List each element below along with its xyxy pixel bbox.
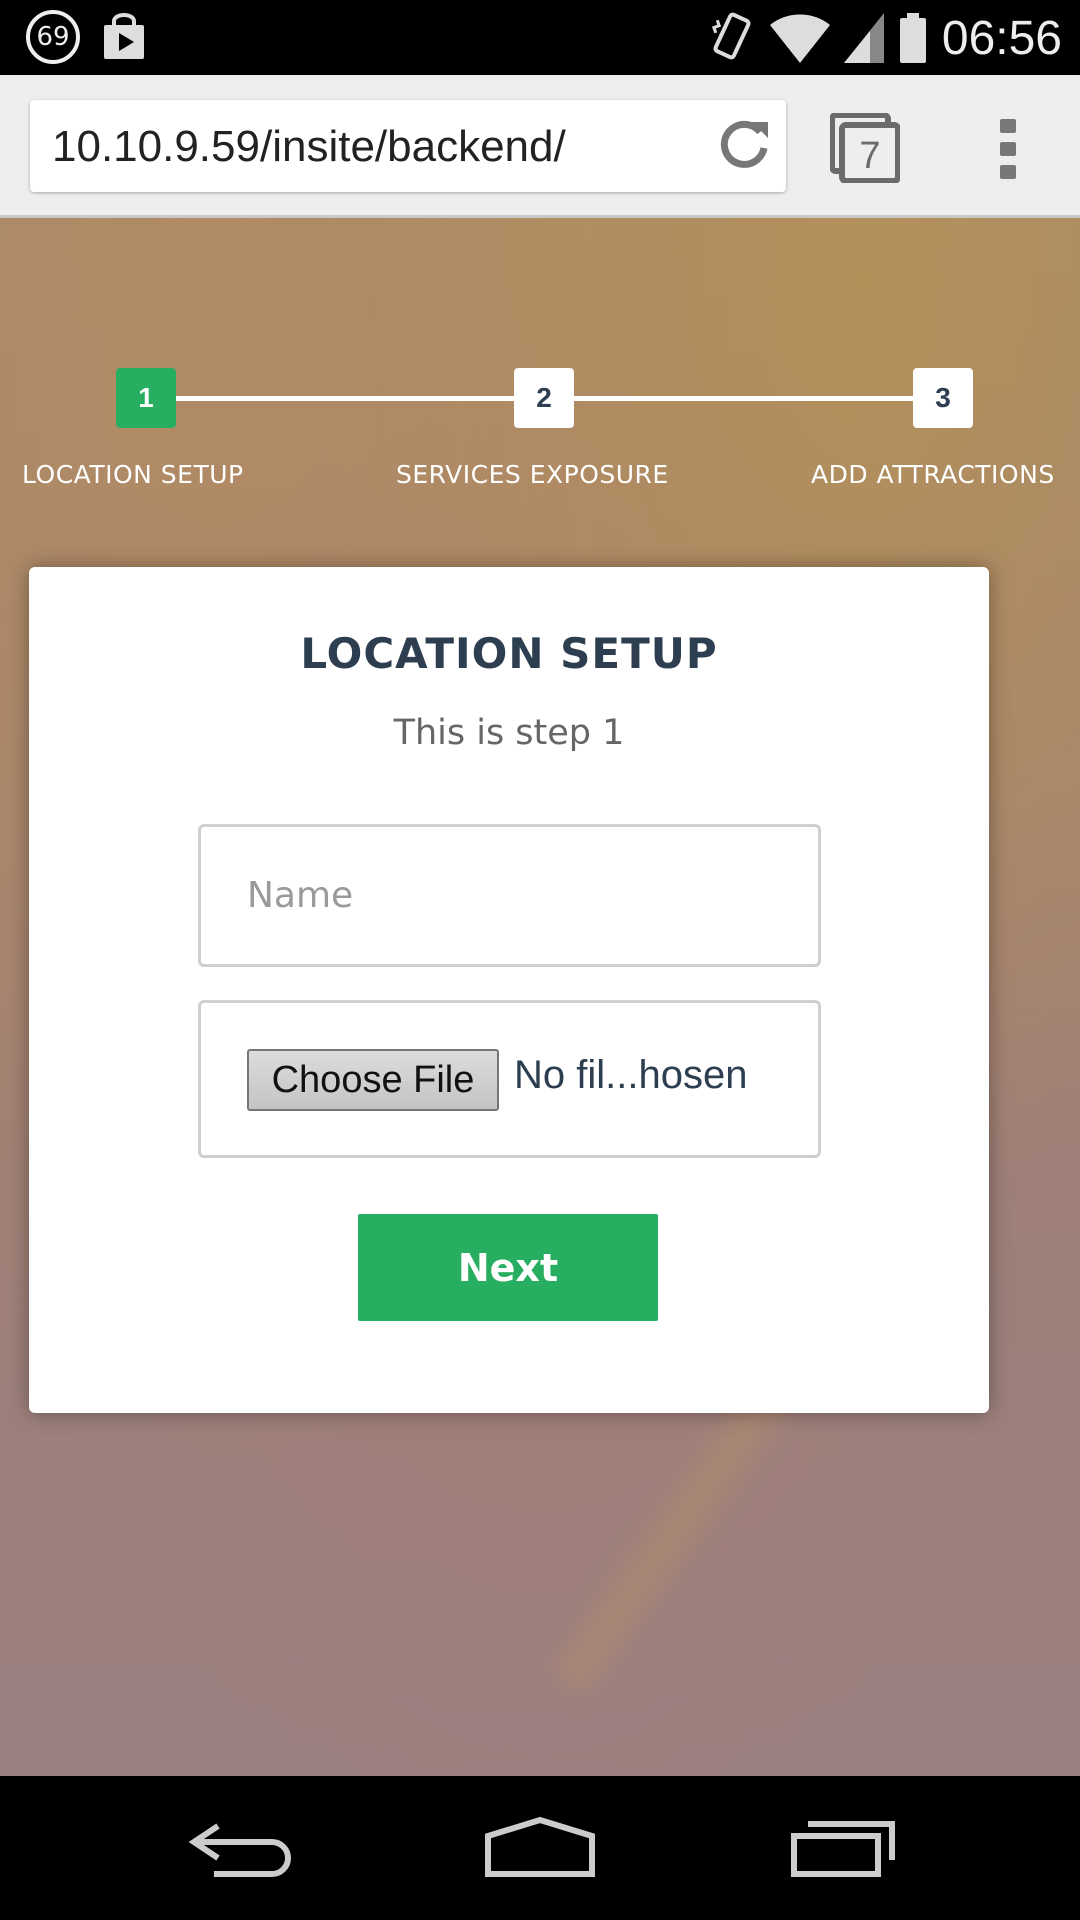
choose-file-button[interactable]: Choose File [247,1049,499,1111]
file-input[interactable]: Choose File No fil...hosen [198,1000,821,1158]
tab-count: 7 [859,135,880,177]
step-3-marker[interactable]: 3 [913,368,973,428]
step-2-label: SERVICES EXPOSURE [396,460,669,489]
cell-signal-icon [843,13,884,63]
step-1-marker[interactable]: 1 [116,368,176,428]
tab-switcher-button[interactable]: 7 [829,112,901,184]
step-3-label: ADD ATTRACTIONS [811,460,1055,489]
play-store-bag-icon [104,13,144,59]
step-connector [574,396,914,401]
home-icon[interactable] [484,1816,596,1880]
clock: 06:56 [941,11,1062,65]
url-bar[interactable]: 10.10.9.59/insite/backend/ [30,100,786,192]
notification-count: 69 [36,22,70,52]
status-bar: 69 06:56 [0,0,1080,75]
reload-icon[interactable] [716,118,772,174]
progress-stepper: 1 2 3 LOCATION SETUP SERVICES EXPOSURE A… [0,368,1080,489]
status-right: 06:56 [708,8,1062,68]
browser-toolbar: 10.10.9.59/insite/backend/ 7 [0,75,1080,218]
wifi-icon [769,14,830,64]
name-input[interactable] [198,824,821,967]
next-button[interactable]: Next [358,1214,658,1321]
setup-card: LOCATION SETUP This is step 1 Choose Fil… [29,567,989,1413]
vibrate-icon [711,12,751,60]
step-1-label: LOCATION SETUP [22,460,244,489]
file-status: No fil...hosen [514,1053,748,1097]
circled-number-icon: 69 [26,10,80,64]
status-left: 69 [26,10,148,64]
battery-icon [899,13,926,63]
overflow-menu-icon[interactable] [990,117,1026,181]
step-2-marker[interactable]: 2 [514,368,574,428]
url-text[interactable]: 10.10.9.59/insite/backend/ [52,122,566,172]
recents-icon[interactable] [790,1816,898,1880]
card-subtitle: This is step 1 [393,713,625,753]
page-background: 1 2 3 LOCATION SETUP SERVICES EXPOSURE A… [0,218,1080,1776]
tabs-icon[interactable]: 7 [829,112,901,184]
back-icon[interactable] [188,1816,292,1880]
card-title: LOCATION SETUP [300,629,718,678]
step-connector [176,396,516,401]
system-nav-bar [0,1776,1080,1920]
